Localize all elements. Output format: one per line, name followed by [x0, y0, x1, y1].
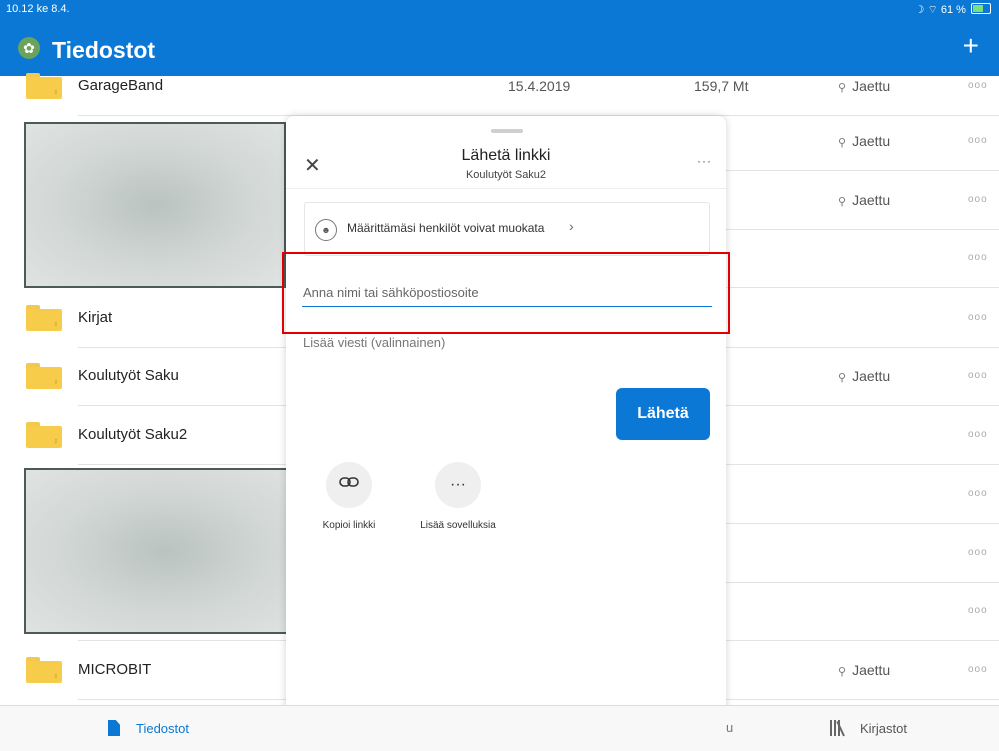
- highlight-box: [282, 252, 730, 334]
- person-share-icon: ⚲: [838, 82, 847, 94]
- more-apps-action[interactable]: ··· Lisää sovelluksia: [403, 462, 513, 531]
- shared-folder-mark-icon: ☿: [53, 88, 59, 97]
- shared-folder-mark-icon: ☿: [53, 672, 59, 681]
- file-date: 15.4.2019: [508, 78, 571, 94]
- more-icon[interactable]: ooo: [968, 370, 988, 381]
- more-icon[interactable]: ooo: [968, 252, 988, 263]
- sheet-grabber[interactable]: [491, 129, 523, 133]
- share-label: Jaettu: [852, 368, 891, 384]
- file-name: Kirjat: [78, 309, 113, 326]
- file-size: 159,7 Mt: [694, 78, 749, 94]
- tab-bar: Tiedostot u Kirjastot: [0, 705, 999, 751]
- more-icon[interactable]: ooo: [968, 429, 988, 440]
- file-name: GarageBand: [78, 77, 164, 94]
- tab-libraries[interactable]: Kirjastot: [830, 720, 907, 737]
- file-row[interactable]: ☿ GarageBand 15.4.2019 159,7 Mt ⚲ Jaettu ooo: [0, 58, 999, 116]
- file-share-status: ⚲ Jaettu: [838, 662, 890, 678]
- signal-icon: ☽ ⌔: [914, 4, 938, 16]
- status-time-date: 10.12 ke 8.4.: [6, 3, 70, 15]
- permission-text: Määrittämäsi henkilöt voivat muokata: [347, 221, 545, 235]
- folder-icon: ☿: [26, 657, 62, 683]
- file-share-status: ⚲ Jaettu: [838, 133, 890, 149]
- status-indicators: ☽ ⌔ 61 %: [915, 3, 991, 17]
- copy-link-action[interactable]: Kopioi linkki: [294, 462, 404, 531]
- more-icon[interactable]: ···: [697, 154, 712, 168]
- permission-selector[interactable]: ☻ Määrittämäsi henkilöt voivat muokata ›: [304, 202, 710, 256]
- file-name: MICROBIT: [78, 661, 152, 678]
- share-label: Jaettu: [852, 78, 891, 94]
- more-icon[interactable]: ooo: [968, 312, 988, 323]
- person-share-icon: ⚲: [838, 372, 847, 384]
- battery-icon: [971, 3, 991, 14]
- sheet-title: Lähetä linkki: [461, 147, 551, 164]
- tab-recent[interactable]: u: [726, 720, 733, 735]
- ellipsis-icon: ···: [435, 462, 481, 508]
- more-icon[interactable]: ooo: [968, 135, 988, 146]
- person-share-icon: ⚲: [838, 666, 847, 678]
- share-label: Jaettu: [852, 192, 891, 208]
- tab-files-label: Tiedostot: [136, 721, 189, 736]
- tab-files[interactable]: Tiedostot: [108, 720, 189, 736]
- file-share-status: ⚲ Jaettu: [838, 368, 890, 384]
- person-share-icon: ⚲: [838, 196, 847, 208]
- shared-folder-mark-icon: ☿: [53, 437, 59, 446]
- folder-icon: ☿: [26, 422, 62, 448]
- file-share-status: ⚲ Jaettu: [838, 78, 890, 94]
- status-bar: 10.12 ke 8.4. ☽ ⌔ 61 %: [0, 0, 999, 18]
- library-icon: [830, 720, 850, 737]
- sheet-subtitle: Koulutyöt Saku2: [465, 169, 547, 181]
- chevron-right-icon: ›: [569, 218, 574, 234]
- send-link-sheet: ✕ Lähetä linkki Koulutyöt Saku2 ··· ☻ Mä…: [286, 116, 726, 750]
- add-icon[interactable]: +: [963, 32, 979, 60]
- more-icon[interactable]: ooo: [968, 664, 988, 675]
- more-icon[interactable]: ooo: [968, 194, 988, 205]
- shared-folder-mark-icon: ☿: [53, 320, 59, 329]
- send-button[interactable]: Lähetä: [616, 388, 710, 440]
- person-share-icon: ⚲: [838, 137, 847, 149]
- sheet-divider: [286, 188, 726, 189]
- link-icon: [326, 462, 372, 508]
- more-icon[interactable]: ooo: [968, 80, 988, 91]
- file-name: Koulutyöt Saku: [78, 367, 179, 384]
- app-logo-icon: ✿: [18, 37, 40, 59]
- share-label: Jaettu: [852, 133, 891, 149]
- folder-icon: ☿: [26, 363, 62, 389]
- more-icon[interactable]: ooo: [968, 547, 988, 558]
- more-apps-label: Lisää sovelluksia: [420, 520, 496, 531]
- folder-icon: ☿: [26, 73, 62, 99]
- copy-link-label: Kopioi linkki: [322, 520, 376, 531]
- redacted-block: [24, 122, 286, 288]
- folder-icon: ☿: [26, 305, 62, 331]
- tab-libraries-label: Kirjastot: [860, 721, 907, 736]
- people-icon: ☻: [315, 219, 337, 241]
- more-icon[interactable]: ooo: [968, 605, 988, 616]
- document-icon: [108, 720, 120, 736]
- more-icon[interactable]: ooo: [968, 488, 988, 499]
- file-name: Koulutyöt Saku2: [78, 426, 188, 443]
- shared-folder-mark-icon: ☿: [53, 378, 59, 387]
- share-label: Jaettu: [852, 662, 891, 678]
- file-share-status: ⚲ Jaettu: [838, 192, 890, 208]
- battery-level: 61 %: [940, 4, 966, 16]
- redacted-block: [24, 468, 307, 634]
